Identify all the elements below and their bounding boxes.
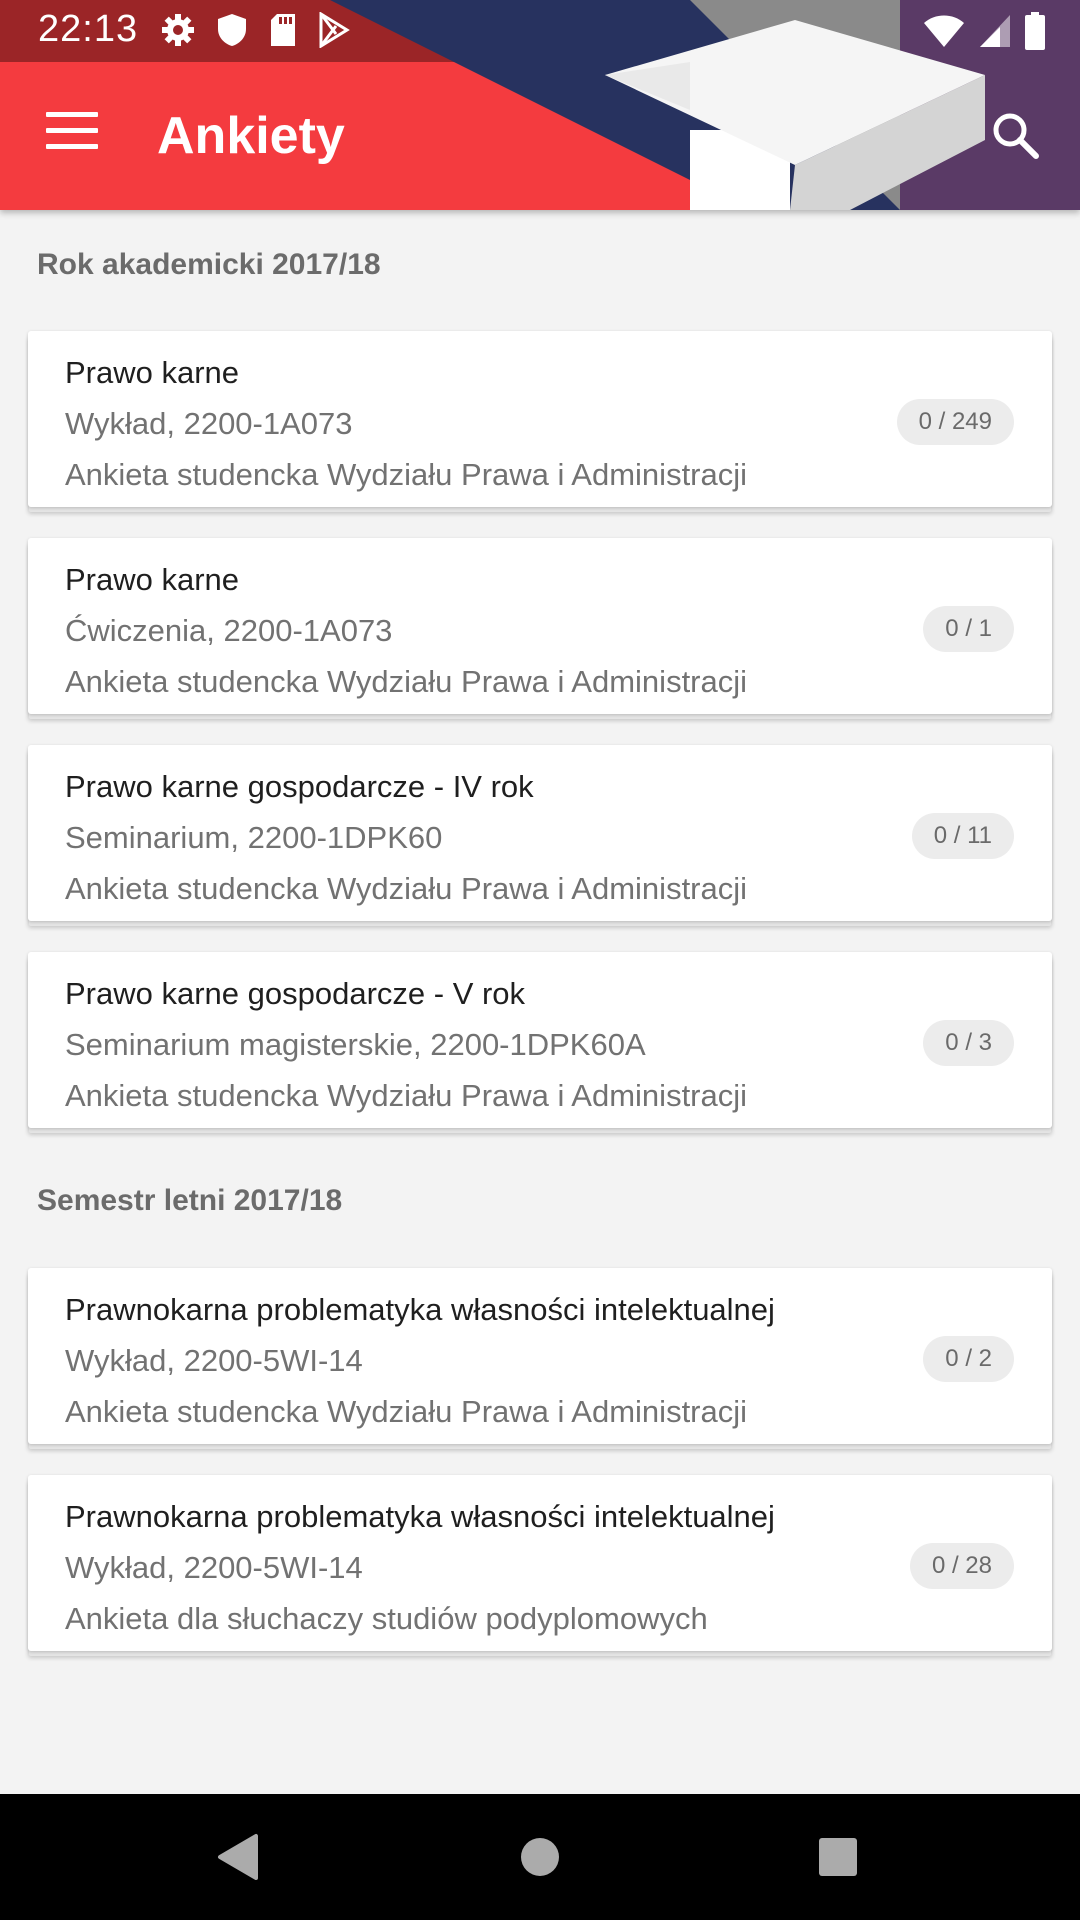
recents-icon (819, 1838, 857, 1876)
survey-card[interactable]: Prawo karne gospodarcze - V rok Seminari… (28, 952, 1052, 1128)
home-button[interactable] (480, 1794, 600, 1920)
home-icon (521, 1838, 559, 1876)
card-description: Ankieta studencka Wydziału Prawa i Admin… (65, 1394, 748, 1429)
card-title: Prawo karne (65, 355, 240, 390)
gear-icon (162, 14, 194, 46)
section-header: Rok akademicki 2017/18 (37, 248, 381, 281)
count-badge: 0 / 1 (923, 606, 1014, 652)
count-badge: 0 / 3 (923, 1020, 1014, 1066)
wifi-icon (924, 15, 964, 47)
card-description: Ankieta studencka Wydziału Prawa i Admin… (65, 1078, 748, 1113)
navigation-bar (0, 1794, 1080, 1920)
card-subtitle: Wykład, 2200-5WI-14 (65, 1550, 363, 1585)
count-badge: 0 / 11 (911, 813, 1014, 859)
card-description: Ankieta studencka Wydziału Prawa i Admin… (65, 871, 748, 906)
section-header: Semestr letni 2017/18 (37, 1184, 343, 1217)
card-title: Prawo karne (65, 562, 240, 597)
card-title: Prawo karne gospodarcze - V rok (65, 976, 526, 1011)
back-button[interactable] (178, 1794, 298, 1920)
battery-icon (1025, 12, 1045, 50)
card-title: Prawnokarna problematyka własności intel… (65, 1499, 775, 1534)
survey-card[interactable]: Prawnokarna problematyka własności intel… (28, 1268, 1052, 1444)
status-time: 22:13 (38, 8, 139, 50)
search-button[interactable] (990, 110, 1040, 160)
survey-card[interactable]: Prawo karne gospodarcze - IV rok Seminar… (28, 745, 1052, 921)
card-subtitle: Seminarium magisterskie, 2200-1DPK60A (65, 1027, 646, 1062)
sd-card-icon (271, 14, 295, 46)
count-badge: 0 / 249 (896, 399, 1014, 445)
recents-button[interactable] (778, 1794, 898, 1920)
page-title: Ankiety (157, 107, 345, 165)
survey-card[interactable]: Prawo karne Ćwiczenia, 2200-1A073 Ankiet… (28, 538, 1052, 714)
status-bar: 22:13 (0, 0, 1080, 62)
survey-card[interactable]: Prawo karne Wykład, 2200-1A073 Ankieta s… (28, 331, 1052, 507)
play-store-icon (319, 12, 350, 48)
shield-icon (218, 14, 246, 46)
signal-icon (980, 15, 1010, 47)
card-description: Ankieta dla słuchaczy studiów podyplomow… (65, 1601, 708, 1636)
card-subtitle: Wykład, 2200-5WI-14 (65, 1343, 363, 1378)
card-title: Prawnokarna problematyka własności intel… (65, 1292, 775, 1327)
card-subtitle: Wykład, 2200-1A073 (65, 406, 353, 441)
survey-card[interactable]: Prawnokarna problematyka własności intel… (28, 1475, 1052, 1651)
menu-button[interactable] (46, 112, 98, 152)
card-description: Ankieta studencka Wydziału Prawa i Admin… (65, 664, 748, 699)
card-subtitle: Ćwiczenia, 2200-1A073 (65, 613, 393, 648)
count-badge: 0 / 28 (909, 1543, 1014, 1589)
search-icon (993, 113, 1039, 159)
card-subtitle: Seminarium, 2200-1DPK60 (65, 820, 443, 855)
menu-icon (46, 112, 98, 117)
count-badge: 0 / 2 (923, 1336, 1014, 1382)
card-description: Ankieta studencka Wydziału Prawa i Admin… (65, 457, 748, 492)
card-title: Prawo karne gospodarcze - IV rok (65, 769, 534, 804)
back-icon (218, 1834, 258, 1880)
